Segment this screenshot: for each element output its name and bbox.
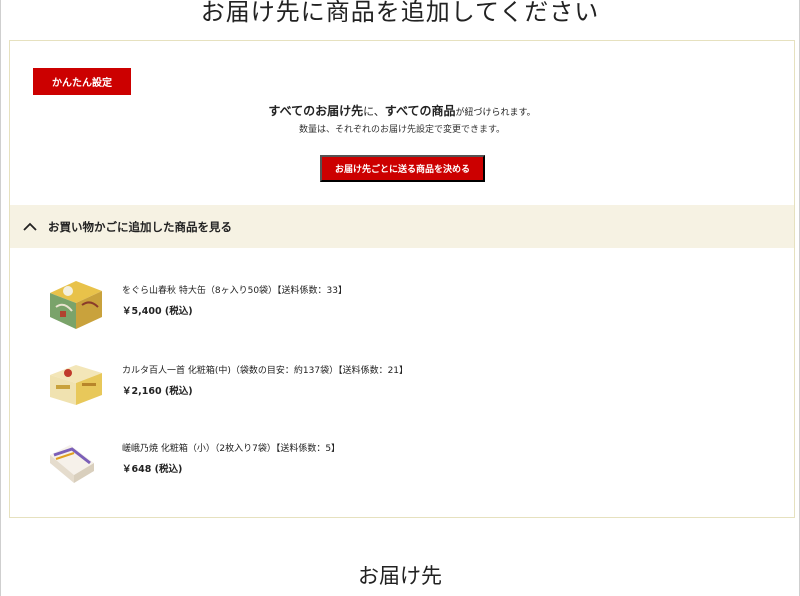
item-price: ￥5,400 (税込)	[122, 306, 193, 317]
info-line-1: すべてのお届け先に、すべての商品が紐づけられます。	[10, 103, 794, 121]
decide-items-per-destination-button[interactable]: お届け先ごとに送る商品を決める	[320, 155, 485, 182]
add-items-panel: かんたん設定 すべてのお届け先に、すべての商品が紐づけられます。 数量は、それぞ…	[9, 40, 795, 518]
info-particle-ni: に、	[363, 105, 385, 118]
info-linked-text: が紐づけられます。	[455, 108, 536, 118]
info-all-items: すべての商品	[384, 104, 456, 118]
item-name: 嵯峨乃焼 化粧箱（小）（2枚入り7袋）【送料係数：5】	[122, 444, 341, 454]
product-image-box-medium	[46, 355, 104, 413]
info-text: すべてのお届け先に、すべての商品が紐づけられます。 数量は、それぞれのお届け先設…	[10, 103, 794, 137]
item-name: カルタ百人一首 化粧箱(中)（袋数の目安：約137袋）【送料係数：21】	[122, 366, 409, 376]
item-name: をぐら山春秋 特大缶（8ヶ入り50袋）【送料係数：33】	[122, 286, 347, 296]
item-price: ￥648 (税込)	[122, 464, 183, 475]
cart-item: カルタ百人一首 化粧箱(中)（袋数の目安：約137袋）【送料係数：21】 ￥2,…	[46, 355, 766, 415]
cart-toggle-label: お買い物かごに追加した商品を見る	[48, 219, 232, 234]
chevron-up-icon	[22, 219, 38, 235]
cart-items-toggle[interactable]: お買い物かごに追加した商品を見る	[10, 205, 794, 248]
kantan-settings-button[interactable]: かんたん設定	[33, 68, 131, 95]
cart-item: をぐら山春秋 特大缶（8ヶ入り50袋）【送料係数：33】 ￥5,400 (税込)	[46, 275, 766, 335]
item-price: ￥2,160 (税込)	[122, 386, 193, 397]
product-image-tin	[46, 275, 104, 333]
info-line-2: 数量は、それぞれのお届け先設定で変更できます。	[298, 125, 506, 135]
page-title: お届け先に商品を追加してください	[200, 0, 600, 26]
cart-item: 嵯峨乃焼 化粧箱（小）（2枚入り7袋）【送料係数：5】 ￥648 (税込)	[46, 433, 766, 493]
info-all-destinations: すべてのお届け先	[268, 104, 364, 118]
product-image-box-small	[46, 433, 104, 491]
destination-section-title: お届け先	[358, 564, 442, 588]
